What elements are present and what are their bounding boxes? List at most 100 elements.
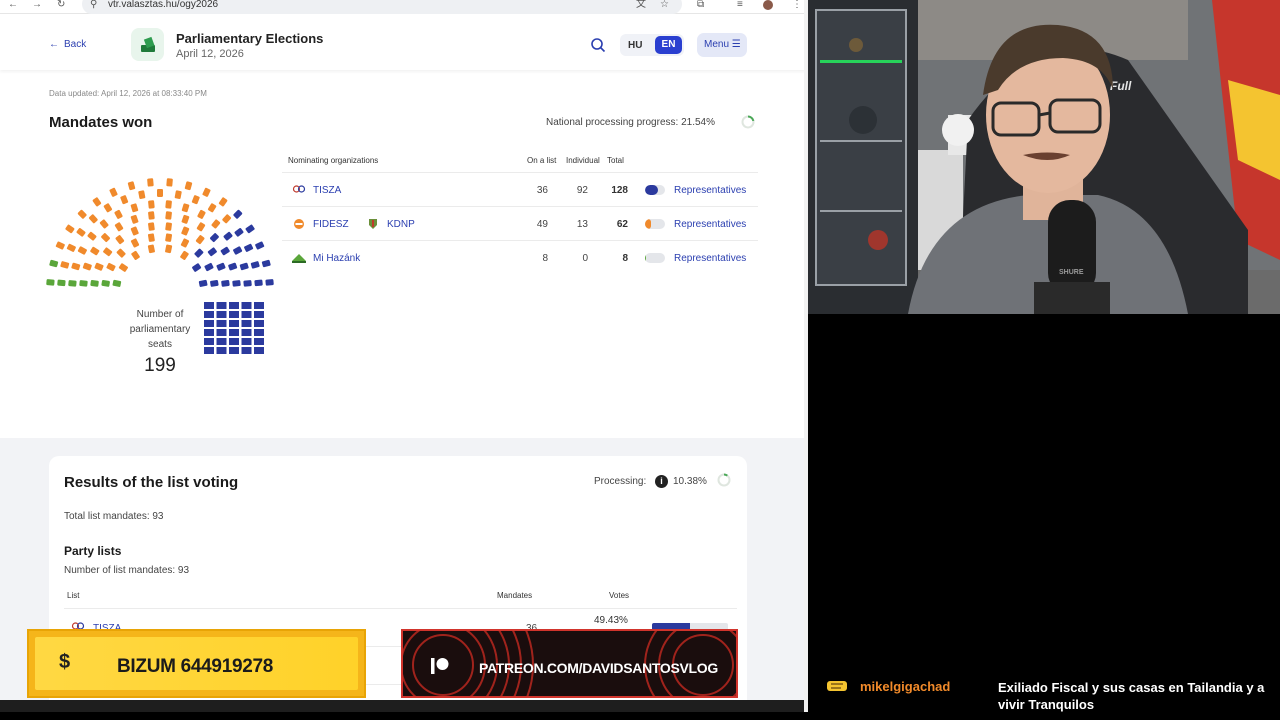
election-logo[interactable] [131, 28, 164, 61]
header-list: List [67, 591, 80, 600]
parliament-seat [204, 320, 214, 327]
parliament-seat [65, 224, 75, 234]
browser-toolbar: ← → ↻ ⚲ vtr.valasztas.hu/ogy2026 文 ☆ ⧉ ≡… [0, 0, 808, 14]
party-name-kdnp[interactable]: KDNP [387, 219, 415, 230]
parliament-seat [207, 203, 217, 213]
parliament-seat [241, 320, 252, 327]
dollar-icon: $ [59, 651, 71, 673]
parliament-seat [138, 190, 146, 199]
parliament-seat [234, 228, 244, 237]
parliament-seat [118, 263, 128, 272]
profile-avatar[interactable] [763, 0, 773, 10]
parliament-seat [82, 262, 92, 271]
representatives-link[interactable]: Representatives [674, 219, 746, 230]
header-on-list: On a list [527, 156, 557, 165]
parliament-seat [94, 262, 104, 271]
party-name-tisza[interactable]: TISZA [313, 185, 341, 196]
reload-icon[interactable]: ↻ [57, 0, 65, 10]
parliament-seat [165, 200, 172, 209]
parliament-seat [239, 262, 249, 271]
parliament-seat [218, 197, 228, 207]
parliament-seat [222, 214, 232, 224]
parliament-seat [232, 280, 241, 287]
parliament-seat [115, 235, 125, 245]
parliament-seat [77, 209, 87, 219]
representatives-link[interactable]: Representatives [674, 185, 746, 196]
parliament-seat [165, 233, 173, 242]
parliament-seat [147, 233, 155, 242]
parliament-seat [192, 263, 202, 272]
back-label: Back [64, 39, 87, 50]
media-icon[interactable]: ≡ [737, 0, 743, 10]
info-icon[interactable]: i [655, 475, 668, 488]
translate-icon[interactable]: 文 [636, 0, 646, 10]
parliament-seat [229, 329, 239, 336]
parliament-seat [184, 181, 193, 191]
parliament-seat [191, 195, 200, 205]
parliament-seat [148, 211, 155, 220]
lang-hu-button[interactable]: HU [628, 40, 642, 51]
total-value: 128 [611, 185, 628, 196]
bizum-banner: $ BIZUM 644919278 [27, 629, 366, 698]
seats-total: 199 [144, 355, 176, 376]
mi-hazank-logo-icon [292, 254, 306, 263]
parliament-seat [241, 329, 252, 336]
parliament-seat [221, 280, 230, 287]
individual-value: 13 [576, 219, 588, 230]
parliament-seat [195, 235, 205, 245]
forward-arrow-icon[interactable]: → [32, 0, 42, 10]
more-menu-icon[interactable]: ⋮ [792, 0, 802, 10]
parliament-seat [216, 329, 227, 336]
site-info-icon[interactable]: ⚲ [90, 0, 97, 10]
parliament-seat [103, 247, 113, 257]
parliament-seat [90, 246, 100, 256]
taskbar-strip [0, 700, 808, 712]
progress-value: 21.54% [681, 117, 715, 128]
back-arrow-icon[interactable]: ← [8, 0, 18, 10]
url-text[interactable]: vtr.valasztas.hu/ogy2026 [108, 0, 218, 10]
party-name-mi-hazank[interactable]: Mi Hazánk [313, 253, 360, 264]
parliament-seat [120, 195, 129, 205]
header-individual: Individual [566, 156, 600, 165]
parliament-seat [216, 347, 227, 354]
parliament-seat [265, 279, 274, 286]
parliament-seat [202, 187, 211, 197]
header-mandates: Mandates [497, 591, 533, 600]
parliament-seat [79, 280, 88, 287]
parliament-seat [207, 247, 217, 257]
stream-layout: ← → ↻ ⚲ vtr.valasztas.hu/ogy2026 文 ☆ ⧉ ≡… [0, 0, 1280, 720]
parliament-seat [165, 222, 172, 231]
parliament-seat [148, 222, 155, 231]
parliament-seat [114, 222, 124, 232]
on-list-value: 36 [536, 185, 548, 196]
on-list-value: 8 [542, 253, 548, 264]
parliament-seat [216, 302, 227, 309]
parliament-seat [127, 181, 136, 191]
parliament-seat [101, 233, 111, 243]
menu-button[interactable]: Menu ☰ [697, 33, 747, 57]
hamburger-icon: ☰ [731, 39, 741, 50]
patreon-icon [431, 658, 449, 674]
back-link[interactable]: ← Back [49, 39, 86, 50]
processing-value: 10.38% [673, 476, 707, 487]
bizum-panel: $ BIZUM 644919278 [35, 637, 358, 690]
share-bar [645, 185, 665, 195]
bookmark-star-icon[interactable]: ☆ [660, 0, 669, 10]
parliament-seat [229, 320, 239, 327]
party-name-fidesz[interactable]: FIDESZ [313, 219, 349, 230]
parliament-seat [180, 250, 189, 260]
parliament-seat [255, 241, 265, 250]
parliament-seat [181, 203, 190, 213]
parliament-seat [254, 311, 264, 318]
extensions-icon[interactable]: ⧉ [697, 0, 704, 10]
parliament-seat [204, 347, 214, 354]
lang-en-button[interactable]: EN [655, 36, 682, 54]
chat-badge-icon [827, 681, 847, 691]
parliament-seat [254, 338, 264, 345]
back-arrow-icon: ← [49, 39, 59, 50]
table-row: TISZA 36 92 128 Representatives [282, 172, 758, 206]
representatives-link[interactable]: Representatives [674, 253, 746, 264]
search-icon[interactable] [590, 37, 606, 53]
individual-value: 92 [576, 185, 588, 196]
parliament-seat [92, 197, 102, 207]
